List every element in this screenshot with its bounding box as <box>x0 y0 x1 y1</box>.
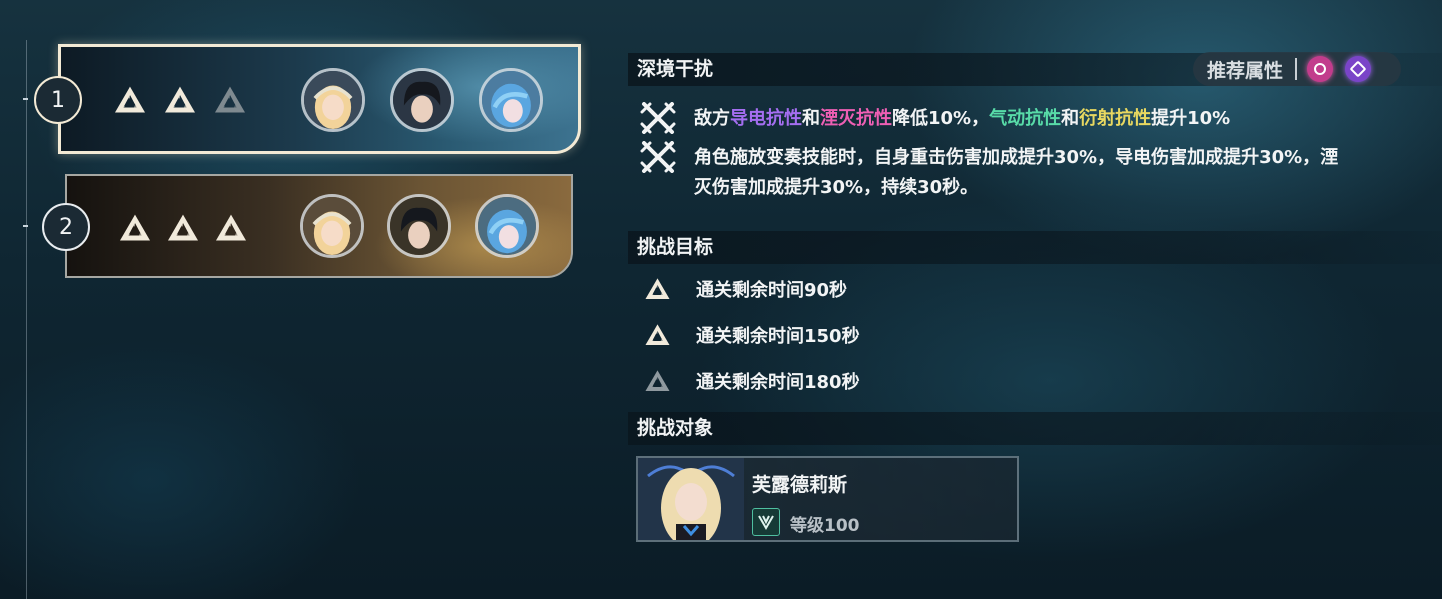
target-card[interactable]: 芙露德莉斯 等级100 <box>636 456 1019 542</box>
target-title: 挑战对象 <box>637 417 714 439</box>
avatar-dark-hair-character <box>387 194 451 258</box>
stage-card-2[interactable] <box>65 174 573 278</box>
star-icon-empty <box>644 369 671 393</box>
divider <box>1295 58 1298 80</box>
star-icon-filled <box>113 85 147 115</box>
star-icon-filled <box>214 213 248 243</box>
goal-text-2: 通关剩余时间150秒 <box>696 326 860 347</box>
effect-text-1: 敌方导电抗性和湮灭抗性降低10%，气动抗性和衍射抗性提升10% <box>694 108 1231 129</box>
star-icon-filled <box>644 277 671 301</box>
avatar-dark-hair-character <box>390 68 454 132</box>
star-icon-filled <box>163 85 197 115</box>
target-portrait <box>638 458 744 540</box>
avatar-blonde-character <box>300 194 364 258</box>
target-level: 等级100 <box>790 516 860 536</box>
avatar-blonde-character <box>301 68 365 132</box>
crossed-swords-icon <box>640 141 676 173</box>
stage-number-2: 2 <box>42 203 90 251</box>
stage-card-1[interactable] <box>58 44 581 154</box>
havoc-resistance-text: 湮灭抗性 <box>820 108 892 129</box>
goal-row-3: 通关剩余时间180秒 <box>644 368 860 394</box>
effect-text-2: 角色施放变奏技能时，自身重击伤害加成提升30%，导电伤害加成提升30%，湮灭伤害… <box>694 147 1339 198</box>
goal-text-1: 通关剩余时间90秒 <box>696 280 848 301</box>
target-header: 挑战对象 <box>628 412 1442 445</box>
target-name: 芙露德莉斯 <box>752 474 848 496</box>
pink-element-icon <box>1307 56 1334 82</box>
avatar-blue-hair-character <box>475 194 539 258</box>
spectro-resistance-text: 衍射抗性 <box>1079 108 1152 129</box>
recommended-attributes[interactable]: 推荐属性 <box>1193 52 1401 86</box>
crossed-swords-icon <box>640 102 676 134</box>
star-icon-filled <box>118 213 152 243</box>
aero-element-icon <box>752 508 780 536</box>
star-icon-empty <box>213 85 247 115</box>
effect-row-2: 角色施放变奏技能时，自身重击伤害加成提升30%，导电伤害加成提升30%，湮灭伤害… <box>640 143 1354 203</box>
timeline-tick-2 <box>23 225 28 227</box>
goal-text-3: 通关剩余时间180秒 <box>696 372 860 393</box>
timeline-line <box>26 40 27 599</box>
avatar-blue-hair-character <box>479 68 543 132</box>
purple-element-icon <box>1345 56 1372 82</box>
stage-number-1: 1 <box>34 76 82 124</box>
recommended-label: 推荐属性 <box>1207 59 1284 82</box>
goals-title: 挑战目标 <box>637 236 714 258</box>
effect-row-1: 敌方导电抗性和湮灭抗性降低10%，气动抗性和衍射抗性提升10% <box>640 104 1354 134</box>
goal-row-1: 通关剩余时间90秒 <box>644 276 847 302</box>
star-icon-filled <box>644 323 671 347</box>
star-icon-filled <box>166 213 200 243</box>
aero-resistance-text: 气动抗性 <box>989 108 1062 129</box>
goals-header: 挑战目标 <box>628 231 1442 264</box>
interference-title: 深境干扰 <box>637 58 714 80</box>
conductive-resistance-text: 导电抗性 <box>730 108 802 129</box>
goal-row-2: 通关剩余时间150秒 <box>644 322 860 348</box>
timeline-tick-1 <box>23 98 28 100</box>
